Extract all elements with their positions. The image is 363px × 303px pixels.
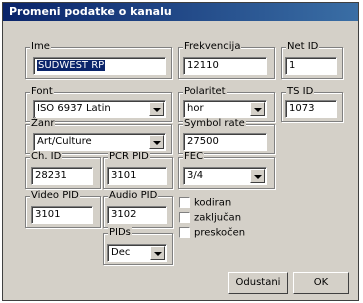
font-select[interactable]: ISO 6937 Latin [33,100,166,118]
preskocen-label: preskočen [194,227,246,239]
ts-id-value: 1073 [289,103,315,114]
video-pid-label: Video PID [30,190,80,202]
ch-id-value: 28231 [35,170,67,181]
net-id-value: 1 [289,60,296,71]
font-label: Font [30,86,54,98]
zanr-label: Žanr [30,118,56,130]
symbol-rate-value: 27500 [187,136,219,147]
ch-id-label: Ch. ID [30,151,63,163]
video-pid-value: 3101 [35,209,61,220]
cancel-button[interactable]: Odustani [228,272,288,294]
zanr-value: Art/Culture [37,136,92,147]
ch-id-input[interactable]: 28231 [31,167,93,185]
ts-id-input[interactable]: 1073 [285,100,337,118]
kodiran-checkbox[interactable]: kodiran [179,197,231,209]
pids-select[interactable]: Dec [107,244,167,262]
fec-value: 3/4 [187,170,204,181]
audio-pid-input[interactable]: 3102 [107,206,167,224]
zanr-dropdown-arrow-icon[interactable] [149,135,164,149]
audio-pid-label: Audio PID [108,190,159,202]
fec-label: FEC [183,151,205,163]
net-id-input[interactable]: 1 [285,57,337,75]
symbol-rate-input[interactable]: 27500 [183,133,267,151]
channel-edit-dialog: Promeni podatke o kanalu Ime SÜDWEST RP … [2,2,359,301]
zakljucan-checkbox-box[interactable] [179,212,190,223]
polaritet-label: Polaritet [183,86,227,98]
pids-label: PIDs [108,227,132,239]
audio-pid-value: 3102 [111,209,137,220]
fec-select[interactable]: 3/4 [183,167,267,185]
ok-button[interactable]: OK [293,272,349,294]
ime-label: Ime [30,41,51,53]
font-dropdown-arrow-icon[interactable] [149,102,164,116]
ime-input[interactable]: SÜDWEST RP [33,57,166,75]
frekvencija-input[interactable]: 12110 [183,57,267,75]
kodiran-label: kodiran [194,197,232,209]
zakljucan-checkbox[interactable]: zaključan [179,212,241,224]
pcr-pid-input[interactable]: 3101 [107,167,167,185]
polaritet-dropdown-arrow-icon[interactable] [250,102,265,116]
frekvencija-label: Frekvencija [183,41,242,53]
frekvencija-value: 12110 [187,60,219,71]
video-pid-input[interactable]: 3101 [31,206,93,224]
pids-value: Dec [111,247,131,258]
zanr-select[interactable]: Art/Culture [33,133,166,151]
pcr-pid-label: PCR PID [108,151,150,163]
ime-value: SÜDWEST RP [37,60,106,71]
net-id-label: Net ID [286,41,320,53]
font-value: ISO 6937 Latin [37,103,111,114]
fec-dropdown-arrow-icon[interactable] [250,169,265,183]
symbol-rate-label: Symbol rate [183,118,246,130]
pcr-pid-value: 3101 [111,170,137,181]
zakljucan-label: zaključan [194,212,242,224]
polaritet-value: hor [187,103,204,114]
pids-dropdown-arrow-icon[interactable] [150,246,165,260]
preskocen-checkbox[interactable]: preskočen [179,227,245,239]
preskocen-checkbox-box[interactable] [179,227,190,238]
window-title: Promeni podatke o kanalu [3,3,358,21]
ts-id-label: TS ID [286,86,315,98]
polaritet-select[interactable]: hor [183,100,267,118]
kodiran-checkbox-box[interactable] [179,197,190,208]
